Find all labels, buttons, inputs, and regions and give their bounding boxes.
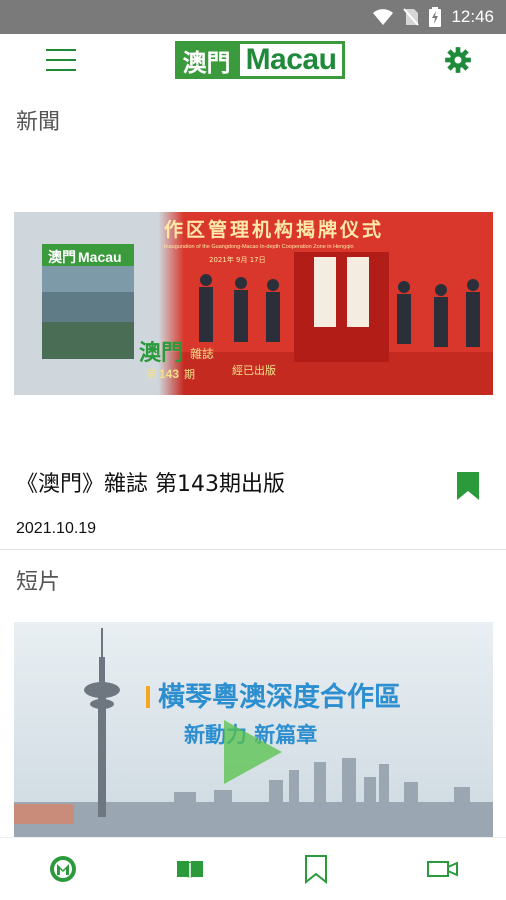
magazine-issue-prefix: 第 [146,367,157,381]
logo-cn: 澳門 [174,41,237,79]
magazine-title: 澳門 [139,340,183,366]
nav-video[interactable] [413,849,473,889]
news-card-image[interactable]: 澳門 Macau 澳門 雜誌 第 143 期 經已出版 作区管理机构揭牌仪式 I… [14,212,493,395]
magazine-label: 雜誌 [190,346,214,361]
nav-home[interactable] [33,849,93,889]
nav-magazine[interactable] [160,849,220,889]
macau-m-logo-icon [50,856,77,882]
bookmark-outline-icon [305,855,328,884]
status-bar: 12:46 [0,0,506,34]
magazine-logo-en: Macau [78,249,122,265]
magazine-issue: 143 [159,367,179,381]
video-overlay-title: 橫琴粵澳深度合作區 [158,681,401,713]
video-thumbnail[interactable]: 橫琴粵澳深度合作區 新動力 新篇章 [14,622,493,837]
news-headline[interactable]: 《澳門》雜誌 第143期出版 [16,466,285,498]
bookmark-filled-icon[interactable] [457,472,479,500]
section-title-news: 新聞 [16,110,61,135]
magazine-issue-suffix: 期 [184,368,195,381]
news-date: 2021.10.19 [16,520,97,537]
battery-charging-icon [429,7,442,27]
magazine-published: 經已出版 [232,363,276,377]
gear-icon[interactable] [444,46,472,74]
image-date-text: 2021年 9月 17日 [209,255,266,264]
magazine-logo-cn: 澳門 [48,249,76,266]
wifi-icon [373,9,394,25]
no-sim-icon [403,8,420,26]
magazine-book-icon [176,861,203,879]
image-sub-text: Inauguration of the Guangdong-Macao In-d… [164,244,354,250]
app-bar: 澳門 Macau [0,34,506,86]
video-camera-icon [426,861,458,877]
section-title-video: 短片 [16,570,61,595]
nav-bookmarks[interactable] [286,849,346,889]
image-banner-text: 作区管理机构揭牌仪式 [164,218,384,241]
app-logo: 澳門 Macau [174,40,346,80]
divider [0,549,506,550]
clock: 12:46 [451,7,494,26]
hamburger-menu-icon[interactable] [46,49,76,71]
logo-en: Macau [236,41,346,79]
bottom-nav [0,837,506,900]
